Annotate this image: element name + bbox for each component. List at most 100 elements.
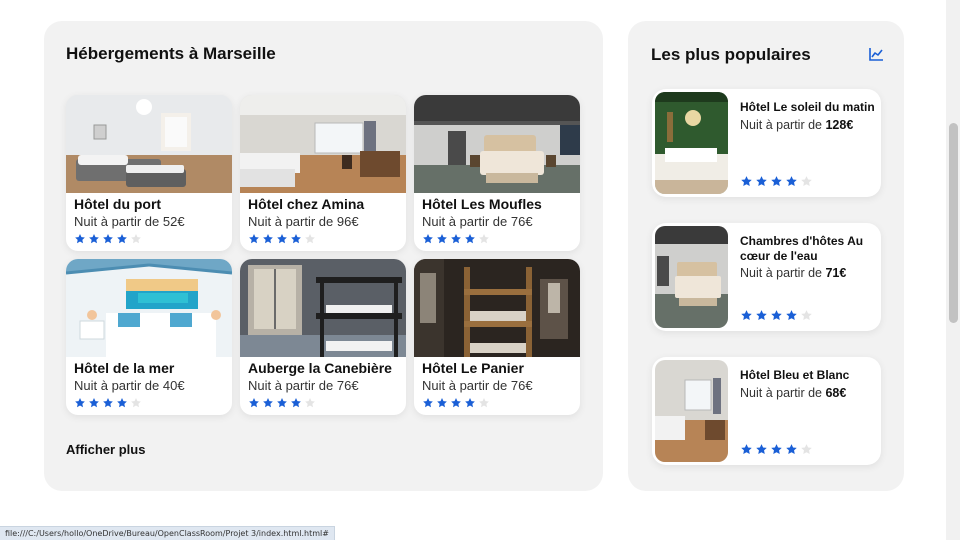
popular-hotel-name[interactable]: Hôtel Bleu et Blanc xyxy=(740,368,878,383)
star-empty-icon xyxy=(801,176,812,187)
popular-section: Les plus populaires Hôtel Le soleil du m… xyxy=(628,21,904,491)
star-filled-icon xyxy=(103,398,113,408)
star-filled-icon xyxy=(437,234,447,244)
hotel-card[interactable]: Hôtel du port Nuit à partir de 52€ xyxy=(66,95,232,251)
star-filled-icon xyxy=(117,234,127,244)
hotel-name[interactable]: Hôtel de la mer xyxy=(74,360,174,376)
hotel-price: Nuit à partir de 76€ xyxy=(248,378,359,393)
vertical-scrollbar[interactable] xyxy=(946,0,960,540)
rating-stars xyxy=(740,309,813,322)
popular-hotel-price: Nuit à partir de 71€ xyxy=(740,266,847,280)
hotel-price: Nuit à partir de 52€ xyxy=(74,214,185,229)
star-filled-icon xyxy=(291,234,301,244)
star-empty-icon xyxy=(479,234,489,244)
status-bar-url: file:///C:/Users/hollo/OneDrive/Bureau/O… xyxy=(0,526,335,540)
star-empty-icon xyxy=(131,234,141,244)
popular-hotel-price: Nuit à partir de 68€ xyxy=(740,386,847,400)
hotel-name[interactable]: Auberge la Canebière xyxy=(248,360,392,376)
rating-stars xyxy=(422,233,490,245)
popular-hotel-card[interactable]: Hôtel Le soleil du matin Nuit à partir d… xyxy=(652,89,881,197)
star-filled-icon xyxy=(756,176,767,187)
hotel-price: Nuit à partir de 40€ xyxy=(74,378,185,393)
star-filled-icon xyxy=(756,444,767,455)
hotel-photo xyxy=(240,95,406,193)
popular-hotel-card[interactable]: Hôtel Bleu et Blanc Nuit à partir de 68€ xyxy=(652,357,881,465)
star-filled-icon xyxy=(89,234,99,244)
star-filled-icon xyxy=(103,234,113,244)
hotel-price: Nuit à partir de 76€ xyxy=(422,214,533,229)
hotel-card[interactable]: Hôtel Les Moufles Nuit à partir de 76€ xyxy=(414,95,580,251)
rating-stars xyxy=(740,443,813,456)
star-filled-icon xyxy=(249,398,259,408)
star-filled-icon xyxy=(451,398,461,408)
star-filled-icon xyxy=(465,398,475,408)
star-filled-icon xyxy=(75,234,85,244)
star-filled-icon xyxy=(249,234,259,244)
rating-stars xyxy=(248,397,316,409)
star-empty-icon xyxy=(305,398,315,408)
hotel-name[interactable]: Hôtel Les Moufles xyxy=(422,196,542,212)
accommodations-section: Hébergements à Marseille Hôtel du port N… xyxy=(44,21,603,491)
rating-stars xyxy=(248,233,316,245)
star-empty-icon xyxy=(305,234,315,244)
star-filled-icon xyxy=(277,234,287,244)
hotel-photo xyxy=(66,95,232,193)
star-filled-icon xyxy=(277,398,287,408)
star-filled-icon xyxy=(423,398,433,408)
star-filled-icon xyxy=(465,234,475,244)
chart-line-icon[interactable] xyxy=(868,46,884,62)
star-filled-icon xyxy=(786,176,797,187)
hotel-card[interactable]: Hôtel chez Amina Nuit à partir de 96€ xyxy=(240,95,406,251)
star-filled-icon xyxy=(771,444,782,455)
star-filled-icon xyxy=(291,398,301,408)
rating-stars xyxy=(740,175,813,188)
star-empty-icon xyxy=(131,398,141,408)
star-filled-icon xyxy=(451,234,461,244)
star-filled-icon xyxy=(75,398,85,408)
star-filled-icon xyxy=(741,310,752,321)
hotel-photo xyxy=(66,259,232,357)
star-filled-icon xyxy=(263,398,273,408)
hotel-card[interactable]: Hôtel Le Panier Nuit à partir de 76€ xyxy=(414,259,580,415)
star-empty-icon xyxy=(801,444,812,455)
hotel-card[interactable]: Hôtel de la mer Nuit à partir de 40€ xyxy=(66,259,232,415)
star-filled-icon xyxy=(756,310,767,321)
accommodations-title: Hébergements à Marseille xyxy=(66,44,276,63)
star-filled-icon xyxy=(423,234,433,244)
hotel-thumbnail xyxy=(655,92,728,194)
popular-hotel-name[interactable]: Chambres d'hôtes Au cœur de l'eau xyxy=(740,234,878,264)
hotel-card[interactable]: Auberge la Canebière Nuit à partir de 76… xyxy=(240,259,406,415)
star-filled-icon xyxy=(117,398,127,408)
hotel-photo xyxy=(414,259,580,357)
star-filled-icon xyxy=(263,234,273,244)
star-filled-icon xyxy=(786,310,797,321)
popular-hotel-card[interactable]: Chambres d'hôtes Au cœur de l'eau Nuit à… xyxy=(652,223,881,331)
hotel-name[interactable]: Hôtel Le Panier xyxy=(422,360,524,376)
star-filled-icon xyxy=(771,310,782,321)
star-filled-icon xyxy=(786,444,797,455)
star-empty-icon xyxy=(801,310,812,321)
rating-stars xyxy=(422,397,490,409)
hotel-thumbnail xyxy=(655,360,728,462)
hotel-price: Nuit à partir de 96€ xyxy=(248,214,359,229)
star-filled-icon xyxy=(741,444,752,455)
rating-stars xyxy=(74,233,142,245)
popular-hotel-name[interactable]: Hôtel Le soleil du matin xyxy=(740,100,878,115)
hotel-name[interactable]: Hôtel du port xyxy=(74,196,161,212)
rating-stars xyxy=(74,397,142,409)
page: Hébergements à Marseille Hôtel du port N… xyxy=(0,0,946,540)
hotel-photo xyxy=(414,95,580,193)
star-filled-icon xyxy=(89,398,99,408)
star-filled-icon xyxy=(437,398,447,408)
popular-hotel-price: Nuit à partir de 128€ xyxy=(740,118,854,132)
scrollbar-thumb[interactable] xyxy=(949,123,958,323)
hotel-photo xyxy=(240,259,406,357)
show-more-link[interactable]: Afficher plus xyxy=(66,442,145,457)
star-empty-icon xyxy=(479,398,489,408)
star-filled-icon xyxy=(741,176,752,187)
hotel-name[interactable]: Hôtel chez Amina xyxy=(248,196,364,212)
hotel-thumbnail xyxy=(655,226,728,328)
star-filled-icon xyxy=(771,176,782,187)
hotel-price: Nuit à partir de 76€ xyxy=(422,378,533,393)
popular-title: Les plus populaires xyxy=(651,45,811,64)
